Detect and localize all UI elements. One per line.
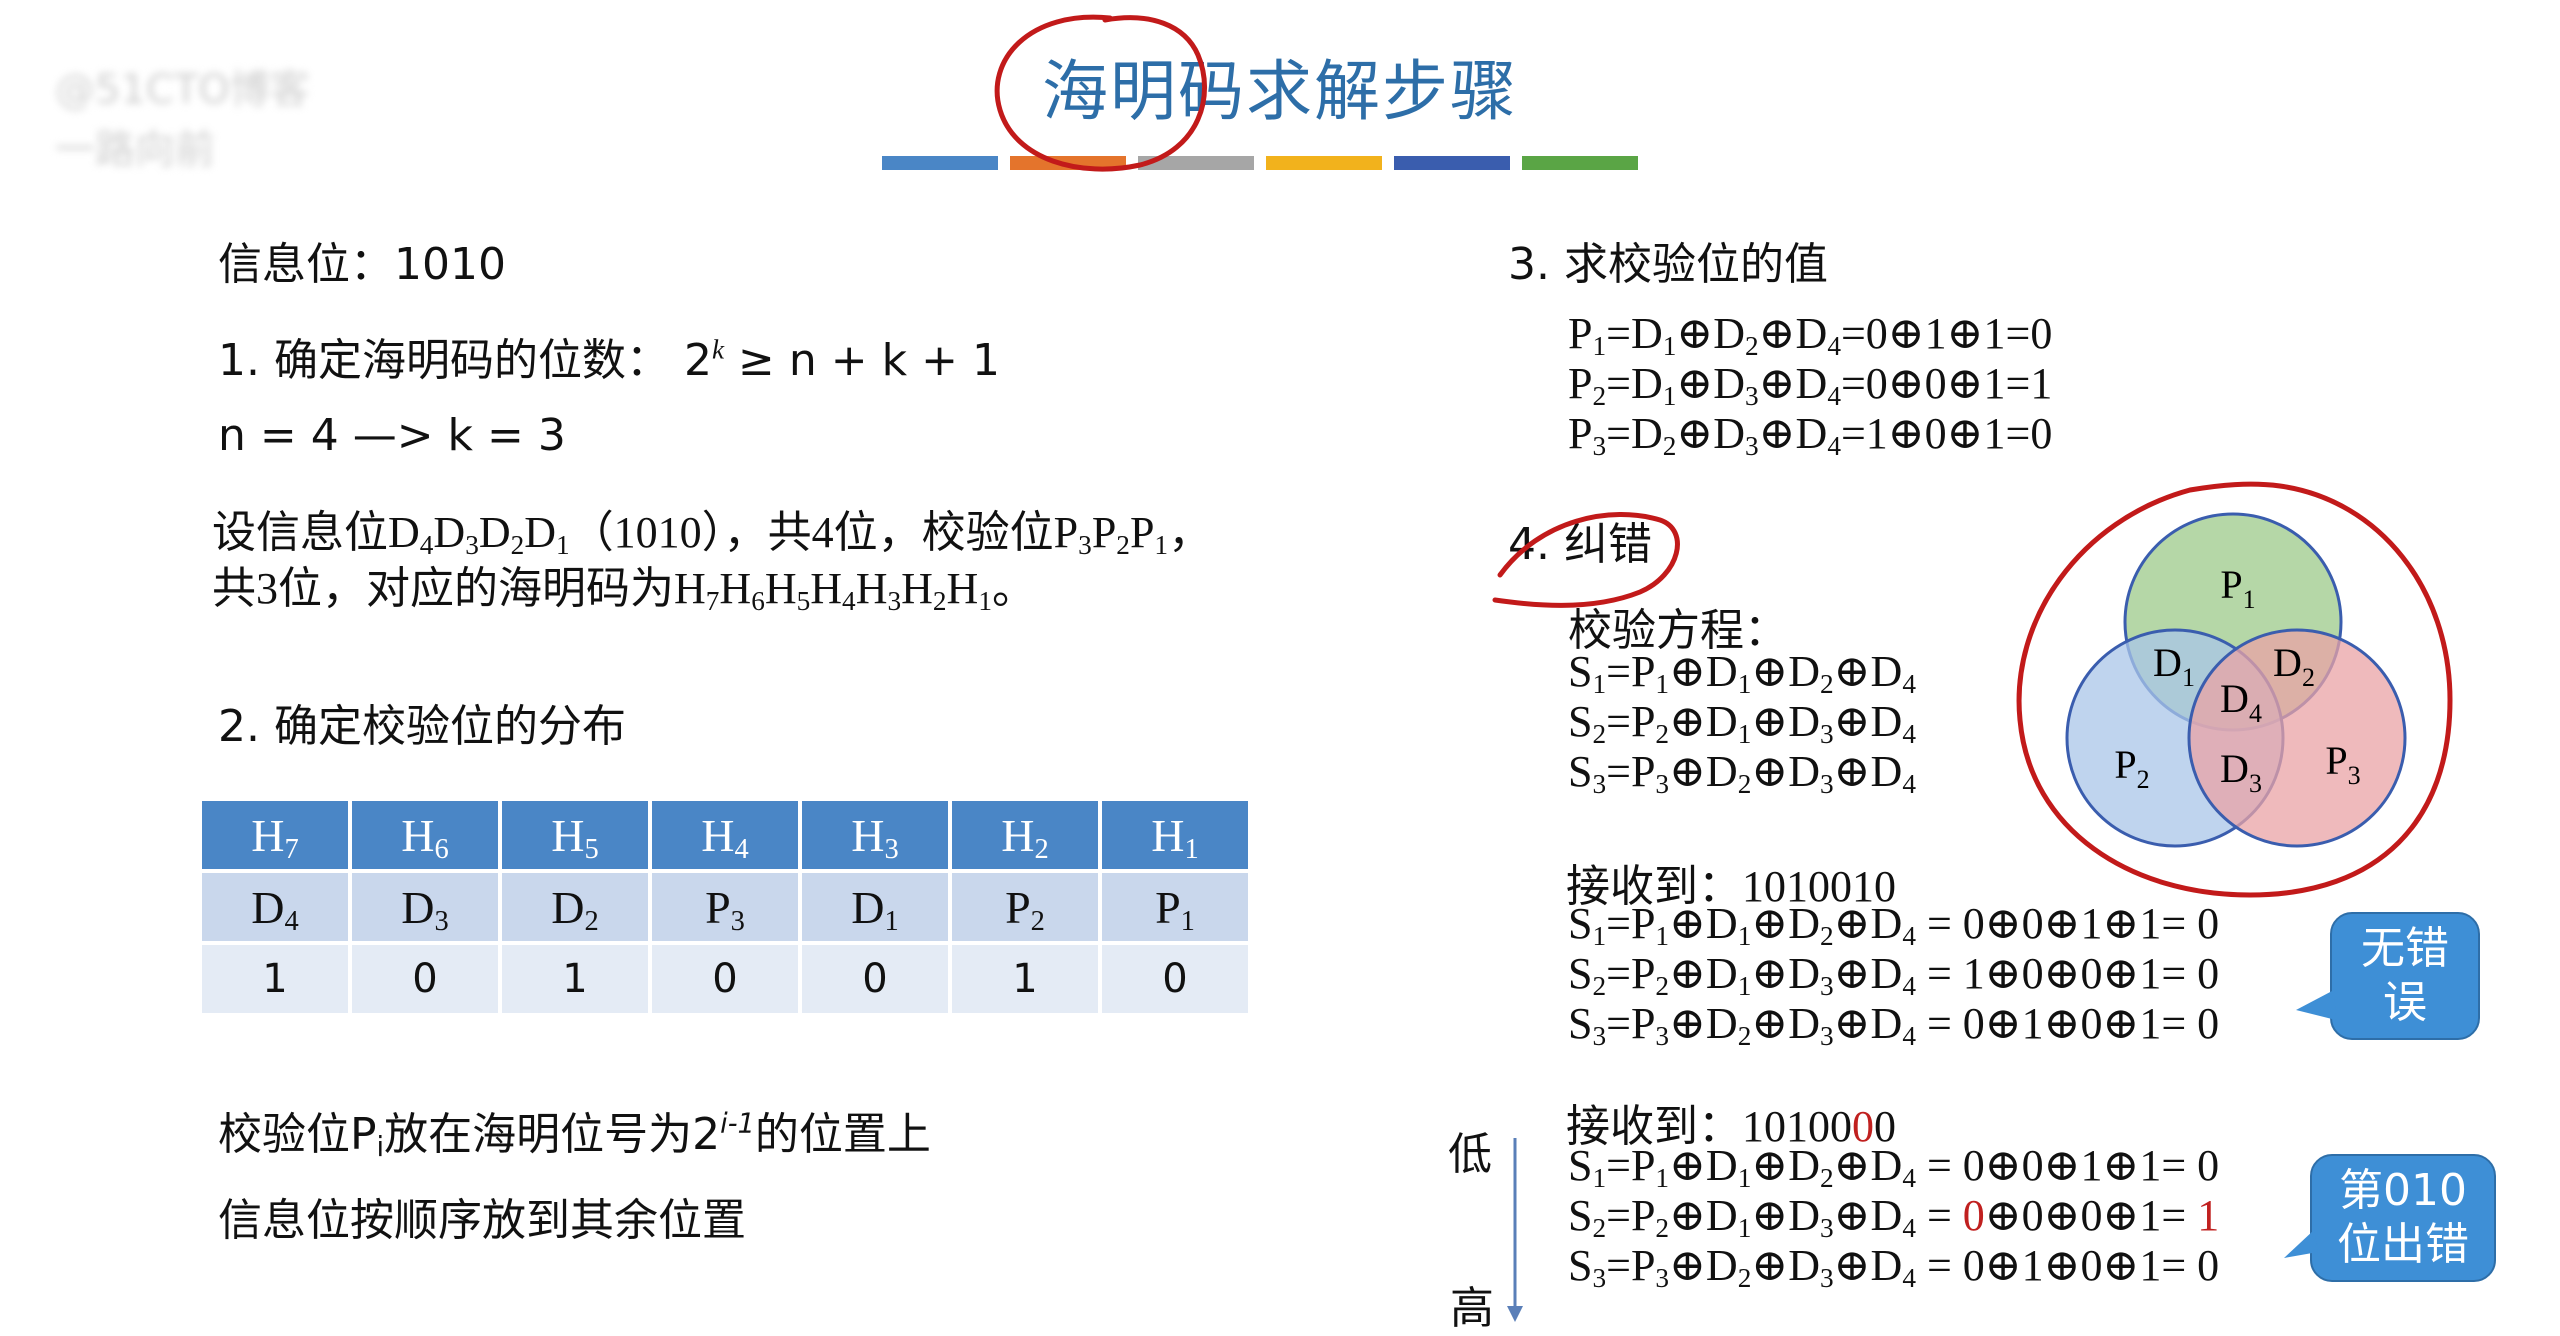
venn-diagram: P1 P2 P3 D1 D2 D4 D3 [2065,512,2407,848]
callout-pointer [2296,990,2336,1020]
step4-circle-annotation [1492,512,1680,608]
callout-pointer [2284,1230,2318,1258]
title-circle-annotation [994,14,1207,172]
overlay-graphics: P1 P2 P3 D1 D2 D4 D3 [994,14,2453,1322]
low-high-arrow-head [1507,1306,1523,1322]
